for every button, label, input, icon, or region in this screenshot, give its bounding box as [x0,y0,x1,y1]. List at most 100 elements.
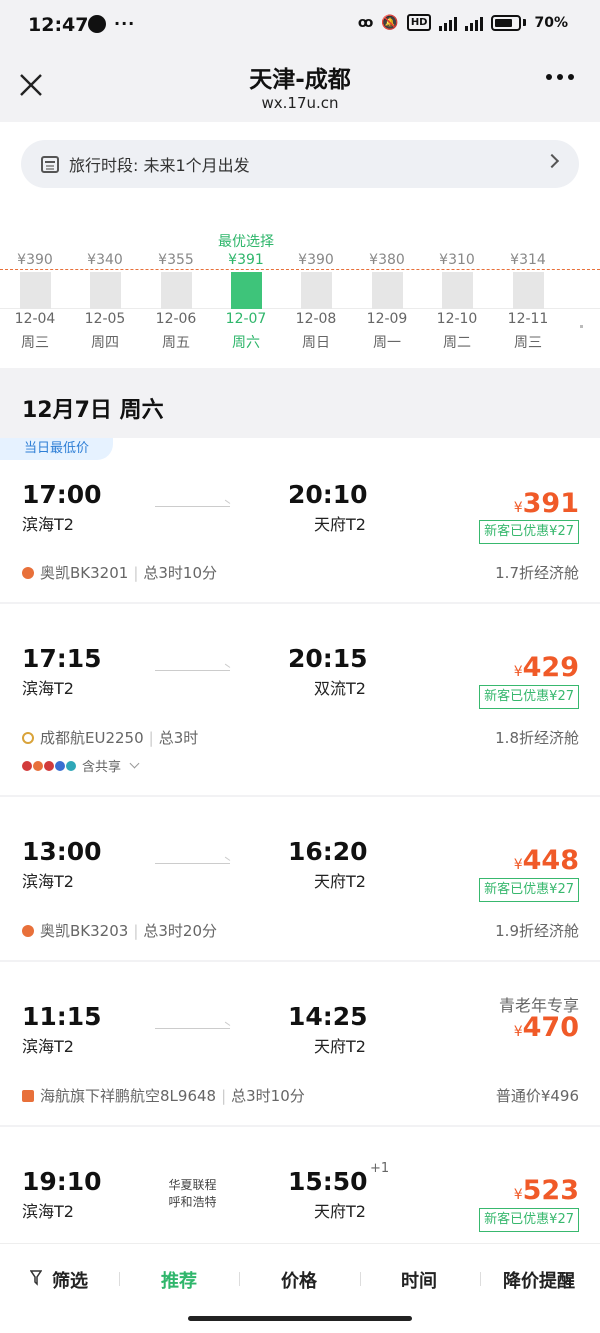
lowest-price-badge: 当日最低价 [0,438,114,460]
arrival-airport: 天府T2 [314,1037,366,1056]
cabin-class: 1.9折经济舱 [495,922,579,940]
new-customer-discount-badge: 新客已优惠¥27 [479,685,579,709]
date-item-1204[interactable]: ¥390 12-04 周三 [0,212,70,368]
page-domain: wx.17u.cn [261,94,339,112]
price-bar [161,272,192,309]
next-day-indicator: +1 [370,1161,390,1176]
arrival-time: 15:50 [288,1167,368,1196]
lucky-air-logo-icon [22,1089,34,1102]
flight-number: 成都航EU2250 [40,729,144,747]
date-item-1208[interactable]: ¥390 12-08 周日 [281,212,351,368]
new-customer-discount-badge: 新客已优惠¥27 [479,878,579,902]
price-bar [442,272,473,309]
battery-level: 70% [534,14,568,31]
page-title: 天津-成都 [249,67,351,93]
calendar-icon [41,155,59,173]
price-bar [90,272,121,309]
flight-card[interactable]: 19:10 滨海T2 华夏联程 呼和浩特 15:50 +1 天府T2 ¥523 … [0,1127,600,1243]
departure-time: 11:15 [22,1002,102,1031]
arrival-time: 20:15 [288,644,368,673]
new-customer-discount-badge: 新客已优惠¥27 [479,1208,579,1232]
price-bar [20,272,51,309]
battery-icon [491,14,522,31]
departure-time: 17:15 [22,644,102,673]
date-price: ¥314 [510,252,546,268]
arrival-airport: 双流T2 [314,679,366,698]
connection-carrier: 华夏联程 [168,1178,217,1192]
weekday-label: 周四 [91,335,119,351]
date-item-1209[interactable]: ¥380 12-09 周一 [352,212,422,368]
date-item-1211[interactable]: ¥314 12-11 周三 [493,212,563,368]
date-item-1210[interactable]: ¥310 12-10 周二 [422,212,492,368]
price-bar [372,272,403,309]
arrival-time: 20:10 [288,480,368,509]
tab-filter[interactable]: 筛选 [52,1267,88,1293]
status-time: 12:47 [28,14,89,36]
airline-info: 奥凯BK3201 | 总3时10分 [22,562,217,583]
arrival-time: 14:25 [288,1002,368,1031]
tab-price-alert[interactable]: 降价提醒 [503,1267,575,1293]
date-label: 12-06 [155,311,197,327]
date-price: ¥355 [158,252,194,268]
okay-airways-logo-icon [22,924,34,937]
flight-card[interactable]: 青老年专享 11:15 滨海T2 14:25 天府T2 ¥470 海航旗下祥鹏航… [0,962,600,1125]
more-menu-icon[interactable] [546,74,574,80]
date-price: ¥340 [87,252,123,268]
codeshare-airline-logos-icon [22,760,76,771]
departure-time: 13:00 [22,837,102,866]
travel-period-selector[interactable]: 旅行时段: 未来1个月出发 [21,140,579,188]
tab-recommend[interactable]: 推荐 [161,1267,197,1293]
date-label: 12-07 [225,311,267,327]
flight-card[interactable]: 17:15 滨海T2 20:15 双流T2 ¥429 新客已优惠¥27 成都航E… [0,604,600,795]
date-price: ¥391 [228,252,264,268]
nfc-icon: ꝏ [357,14,374,31]
date-item-1207[interactable]: 最优选择 ¥391 12-07 周六 [211,212,281,368]
home-indicator[interactable] [188,1316,412,1321]
date-label: 12-04 [14,311,56,327]
more-notifications-icon: ··· [114,14,136,33]
flight-number: 奥凯BK3201 [40,564,129,582]
route-arrow [155,670,230,671]
date-label: 12-05 [84,311,126,327]
price-bar [513,272,544,309]
departure-time: 19:10 [22,1167,102,1196]
flight-duration: 总3时10分 [231,1087,305,1105]
route-arrow [155,1028,230,1029]
departure-time: 17:00 [22,480,102,509]
route-arrow [155,506,230,507]
airline-info: 海航旗下祥鹏航空8L9648 | 总3时10分 [22,1085,305,1106]
weekday-label: 周日 [302,335,330,351]
airline-info: 成都航EU2250 | 总3时 [22,727,198,748]
date-price: ¥380 [369,252,405,268]
filter-icon[interactable] [30,1270,42,1286]
signal-icon-2 [465,15,484,31]
app-header: 天津-成都 wx.17u.cn [0,50,600,122]
airline-info: 奥凯BK3203 | 总3时20分 [22,920,217,941]
best-choice-label: 最优选择 [218,234,274,250]
codeshare-toggle[interactable]: 含共享 [22,756,140,775]
flight-card[interactable]: 当日最低价 17:00 滨海T2 20:10 天府T2 ¥391 新客已优惠¥2… [0,438,600,602]
flight-duration: 总3时 [158,729,199,747]
date-label: 12-08 [295,311,337,327]
chengdu-airlines-logo-icon [22,731,34,744]
date-item-1206[interactable]: ¥355 12-06 周五 [141,212,211,368]
chevron-right-icon [544,153,560,169]
date-price-strip: ¥390 12-04 周三 ¥340 12-05 周四 ¥355 12-06 周… [0,212,600,368]
cabin-class: 1.7折经济舱 [495,564,579,582]
arrival-airport: 天府T2 [314,872,366,891]
mute-icon: 🔕 [381,14,399,31]
selected-date-heading: 12月7日 周六 [22,398,164,423]
weekday-label: 周五 [162,335,190,351]
okay-airways-logo-icon [22,566,34,579]
flight-card[interactable]: 13:00 滨海T2 16:20 天府T2 ¥448 新客已优惠¥27 奥凯BK… [0,797,600,960]
signal-icon-1 [439,15,458,31]
flight-duration: 总3时20分 [143,922,218,940]
date-label: 12-09 [366,311,408,327]
weekday-label: 周三 [514,335,542,351]
weekday-label: 周二 [443,335,471,351]
tab-time[interactable]: 时间 [401,1267,437,1293]
date-item-1205[interactable]: ¥340 12-05 周四 [70,212,140,368]
flight-duration: 总3时10分 [143,564,218,582]
tab-price[interactable]: 价格 [281,1267,317,1293]
arrival-airport: 天府T2 [314,515,366,534]
